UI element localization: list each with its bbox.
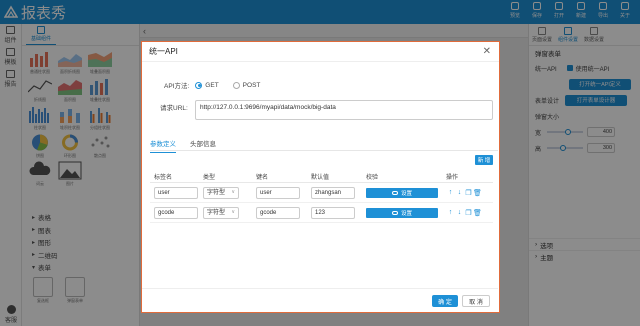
default-input[interactable]: zhangsan — [311, 186, 355, 199]
add-button[interactable]: 新 增 — [475, 155, 493, 165]
dialog-title: 统一API — [149, 47, 178, 56]
type-select[interactable]: 字符型 ∨ — [203, 206, 239, 219]
key-input[interactable]: user — [256, 186, 300, 199]
move-down-icon[interactable]: ↓ — [455, 189, 464, 197]
url-label: 请求URL: — [160, 105, 188, 112]
table-header: 标签名 类型 键名 默认值 校验 操作 — [150, 170, 493, 183]
table-row: gcode 字符型 ∨ gcode 123 设置 ↑ ↓ ❐ 🗑 — [150, 203, 493, 223]
copy-icon[interactable]: ❐ — [464, 189, 473, 197]
table-row: user 字符型 ∨ user zhangsan 设置 ↑ ↓ ❐ 🗑 — [150, 183, 493, 203]
move-up-icon[interactable]: ↑ — [446, 189, 455, 197]
method-row: API方法: GET POST — [164, 81, 261, 90]
validate-button[interactable]: 设置 — [366, 187, 438, 198]
validate-button[interactable]: 设置 — [366, 207, 438, 218]
delete-icon[interactable]: 🗑 — [473, 209, 482, 217]
label-input[interactable]: gcode — [154, 206, 198, 219]
dialog-footer: 确 定 取 消 — [142, 288, 498, 312]
move-up-icon[interactable]: ↑ — [446, 209, 455, 217]
radio-post[interactable] — [232, 81, 240, 89]
url-input[interactable]: http://127.0.0.1:9696/myapi/data/mock/bi… — [195, 100, 493, 120]
ok-button[interactable]: 确 定 — [432, 295, 458, 307]
copy-icon[interactable]: ❐ — [464, 209, 473, 217]
close-icon[interactable]: ✕ — [483, 46, 491, 57]
chevron-down-icon: ∨ — [231, 188, 235, 195]
chevron-down-icon: ∨ — [231, 208, 235, 215]
label-input[interactable]: user — [154, 186, 198, 199]
move-down-icon[interactable]: ↓ — [455, 209, 464, 217]
tab-divider — [150, 150, 498, 151]
key-input[interactable]: gcode — [256, 206, 300, 219]
type-select[interactable]: 字符型 ∨ — [203, 186, 239, 199]
cancel-button[interactable]: 取 消 — [462, 295, 490, 307]
default-input[interactable]: 123 — [311, 206, 355, 219]
radio-get[interactable] — [195, 81, 203, 89]
api-dialog: 统一API ✕ API方法: GET POST 请求URL: http://12… — [141, 41, 500, 313]
key-icon — [391, 210, 398, 215]
param-table: 标签名 类型 键名 默认值 校验 操作 user 字符型 ∨ user zhang… — [150, 170, 493, 223]
key-icon — [391, 190, 398, 195]
delete-icon[interactable]: 🗑 — [473, 189, 482, 197]
